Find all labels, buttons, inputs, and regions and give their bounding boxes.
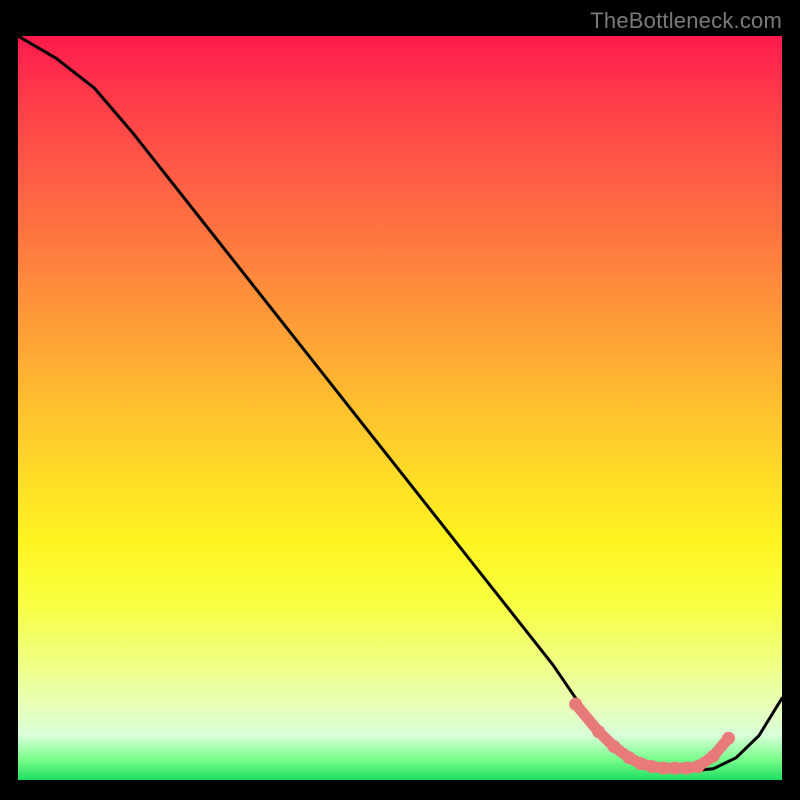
attribution-text: TheBottleneck.com — [590, 8, 782, 34]
chart-frame: TheBottleneck.com — [0, 0, 800, 800]
valley-marker-dot — [634, 757, 647, 770]
valley-marker-dot — [669, 762, 682, 775]
valley-marker-dot — [680, 762, 693, 775]
valley-marker-dot — [707, 750, 720, 763]
valley-marker-dot — [646, 760, 659, 773]
chart-svg — [18, 36, 782, 780]
valley-marker-dot — [607, 740, 620, 753]
valley-marker-dot — [722, 732, 735, 745]
valley-marker-dot — [569, 698, 582, 711]
plot-area — [18, 36, 782, 780]
valley-marker-group — [569, 698, 735, 775]
valley-marker-dot — [592, 725, 605, 738]
valley-marker-dot — [692, 760, 705, 773]
valley-marker-dot — [623, 751, 636, 764]
valley-marker-dot — [657, 762, 670, 775]
curve-line — [18, 36, 782, 771]
